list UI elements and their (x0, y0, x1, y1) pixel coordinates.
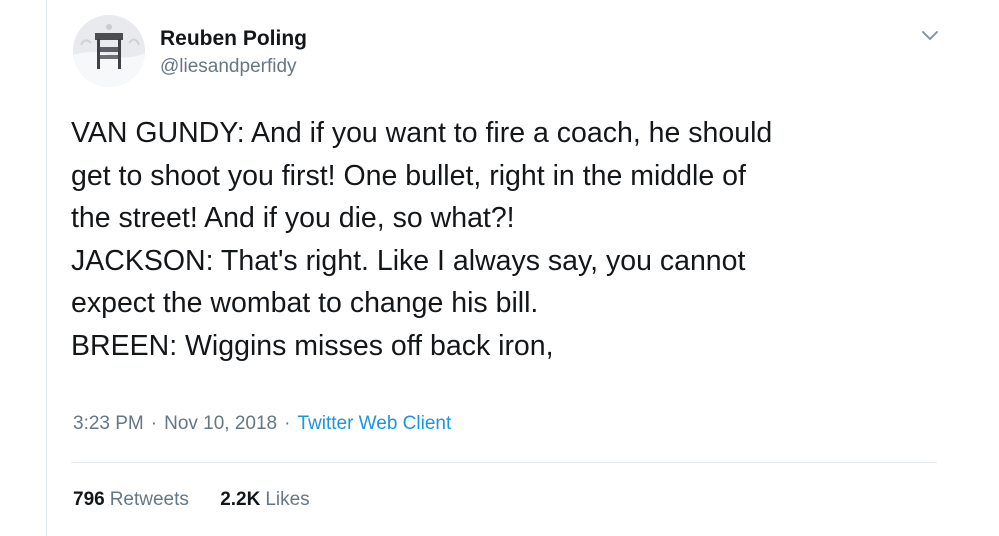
likes-stat[interactable]: 2.2K Likes (220, 488, 310, 512)
client-link[interactable]: Twitter Web Client (297, 413, 451, 434)
retweets-label: Retweets (109, 489, 189, 510)
tweet-line: BREEN: Wiggins misses off back iron, (71, 329, 554, 362)
avatar[interactable] (73, 15, 145, 87)
tweet-date[interactable]: Nov 10, 2018 (164, 413, 277, 434)
tweet-stats: 796 Retweets 2.2K Likes (73, 488, 336, 512)
tweet-line: VAN GUNDY: And if you want to fire a coa… (71, 117, 773, 149)
profile-photo-avatar (73, 15, 145, 87)
meta-separator: · (150, 413, 158, 434)
retweets-count: 796 (73, 489, 105, 510)
chevron-down-icon[interactable] (917, 22, 943, 48)
author-display-name[interactable]: Reuben Poling (160, 26, 307, 52)
tweet-time[interactable]: 3:23 PM (73, 413, 144, 434)
tweet-text: VAN GUNDY: And if you want to fire a coa… (71, 112, 976, 367)
tweet-line: get to shoot you first! One bullet, righ… (71, 159, 746, 192)
tweet-line: the street! And if you die, so what?! (71, 202, 515, 234)
likes-label: Likes (265, 489, 310, 510)
meta-separator: · (284, 413, 291, 434)
tweet-line: JACKSON: That's right. Like I always say… (71, 244, 746, 277)
retweets-stat[interactable]: 796 Retweets (73, 488, 189, 512)
likes-count: 2.2K (220, 489, 261, 510)
divider (71, 462, 937, 463)
tweet-metadata: 3:23 PM · Nov 10, 2018 · Twitter Web Client (73, 412, 451, 436)
author-handle[interactable]: @liesandperfidy (160, 55, 297, 79)
tweet-line: expect the wombat to change his bill. (71, 287, 539, 319)
tweet-card: Reuben Poling @liesandperfidy VAN GUNDY:… (46, 0, 999, 536)
